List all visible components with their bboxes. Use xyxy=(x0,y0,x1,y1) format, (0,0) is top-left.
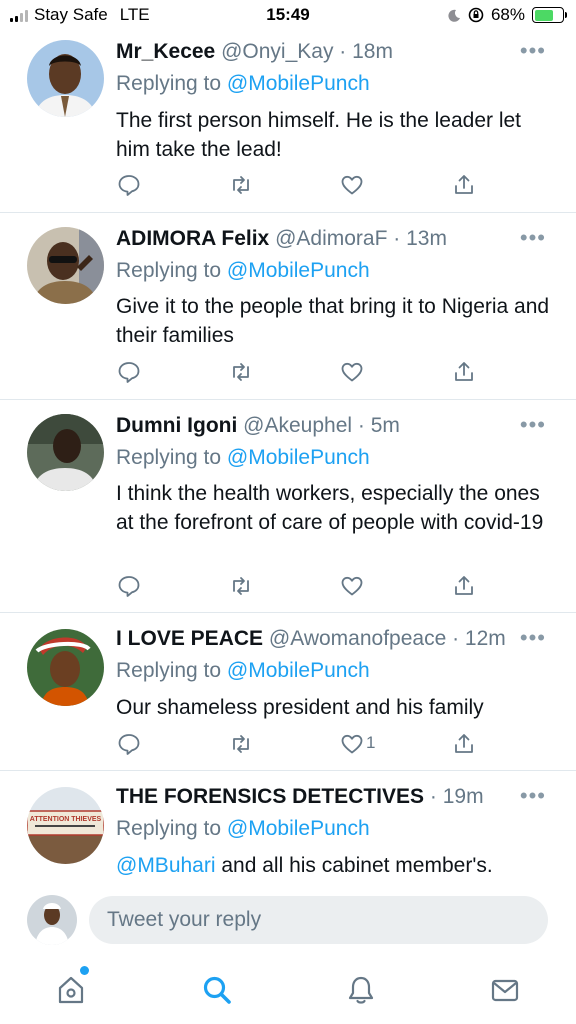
display-name[interactable]: I LOVE PEACE xyxy=(116,627,263,650)
messages-icon[interactable] xyxy=(489,974,521,1006)
battery-icon xyxy=(532,7,567,23)
battery-percent: 68% xyxy=(490,5,525,24)
replying-mention[interactable]: @MobilePunch xyxy=(227,446,370,469)
separator-dot: · xyxy=(333,40,353,63)
display-name[interactable]: Dumni Igoni xyxy=(116,414,237,437)
like-icon[interactable] xyxy=(340,360,364,384)
share-icon[interactable] xyxy=(452,574,476,598)
retweet-icon[interactable] xyxy=(229,574,253,598)
orientation-lock-icon xyxy=(468,7,484,23)
replying-to: Replying to @MobilePunch xyxy=(116,659,370,683)
tweet-header: ADIMORA Felix @AdimoraF · 13m xyxy=(116,227,566,251)
tweet-text-rest: and all his cabinet member's. xyxy=(215,854,493,877)
handle[interactable]: @Akeuphel xyxy=(243,414,352,437)
tweet-text: @MBuhari and all his cabinet member's. xyxy=(116,851,556,880)
share-icon[interactable] xyxy=(452,732,476,756)
replying-prefix: Replying to xyxy=(116,72,222,95)
avatar[interactable] xyxy=(27,629,104,706)
avatar-sign-text: ATTENTION THIEVES xyxy=(30,816,102,823)
replying-prefix: Replying to xyxy=(116,817,222,840)
replying-prefix: Replying to xyxy=(116,259,222,282)
tweet-header: Mr_Kecee @Onyi_Kay · 18m xyxy=(116,40,566,64)
reply-icon[interactable] xyxy=(117,574,141,598)
timestamp: 19m xyxy=(442,785,484,808)
handle[interactable]: @Awomanofpeace xyxy=(269,627,446,650)
reply-icon[interactable] xyxy=(117,732,141,756)
separator-dot: · xyxy=(424,785,443,808)
replying-mention[interactable]: @MobilePunch xyxy=(227,72,370,95)
like-count: 1 xyxy=(366,733,376,752)
tweet-actions: 1 xyxy=(0,732,576,760)
replying-prefix: Replying to xyxy=(116,446,222,469)
timestamp: 18m xyxy=(352,40,393,63)
display-name[interactable]: Mr_Kecee xyxy=(116,40,215,63)
reply-composer: Tweet your reply xyxy=(0,882,576,960)
avatar[interactable] xyxy=(27,414,104,491)
text-mention[interactable]: @MBuhari xyxy=(116,854,216,877)
separator-dot: · xyxy=(446,627,465,650)
tweet-text: I think the health workers, especially t… xyxy=(116,482,544,534)
timestamp: 13m xyxy=(406,227,447,250)
separator-dot: · xyxy=(352,414,371,437)
handle[interactable]: @AdimoraF xyxy=(275,227,387,250)
tweet-actions xyxy=(0,360,576,388)
replying-mention[interactable]: @MobilePunch xyxy=(227,659,370,682)
tweet-header: Dumni Igoni @Akeuphel · 5m xyxy=(116,414,566,438)
timestamp: 12m xyxy=(464,627,506,650)
retweet-icon[interactable] xyxy=(229,360,253,384)
tweet[interactable]: Dumni Igoni @Akeuphel · 5m ••• Replying … xyxy=(0,400,576,613)
replying-to: Replying to @MobilePunch xyxy=(116,72,370,96)
notifications-icon[interactable] xyxy=(345,974,377,1006)
display-name[interactable]: ADIMORA Felix xyxy=(116,227,269,250)
tweet[interactable]: ATTENTION THIEVES THE FORENSICS DETECTIV… xyxy=(0,771,576,882)
tweet[interactable]: ADIMORA Felix @AdimoraF · 13m ••• Replyi… xyxy=(0,213,576,400)
more-options-icon[interactable]: ••• xyxy=(520,412,546,438)
timestamp: 5m xyxy=(370,414,400,437)
replying-mention[interactable]: @MobilePunch xyxy=(227,259,370,282)
more-options-icon[interactable]: ••• xyxy=(520,625,546,651)
replying-to: Replying to @MobilePunch xyxy=(116,259,370,283)
share-icon[interactable] xyxy=(452,360,476,384)
bottom-nav xyxy=(0,960,576,1024)
avatar[interactable] xyxy=(27,227,104,304)
tweet-header: THE FORENSICS DETECTIVES · 19m xyxy=(116,785,514,809)
reply-icon[interactable] xyxy=(117,360,141,384)
replying-mention[interactable]: @MobilePunch xyxy=(227,817,370,840)
tweet-actions xyxy=(0,173,576,201)
my-avatar[interactable] xyxy=(27,895,77,945)
search-icon[interactable] xyxy=(201,974,233,1006)
handle[interactable]: @Onyi_Kay xyxy=(221,40,333,63)
separator-dot: · xyxy=(387,227,407,250)
like-icon[interactable] xyxy=(340,732,364,756)
reply-input[interactable]: Tweet your reply xyxy=(89,896,548,944)
more-options-icon[interactable]: ••• xyxy=(520,783,546,809)
more-options-icon[interactable]: ••• xyxy=(520,225,546,251)
share-icon[interactable] xyxy=(452,173,476,197)
retweet-icon[interactable] xyxy=(229,173,253,197)
avatar[interactable] xyxy=(27,40,104,117)
display-name[interactable]: THE FORENSICS DETECTIVES xyxy=(116,785,424,808)
unread-dot xyxy=(80,966,89,975)
tweet-text: Give it to the people that bring it to N… xyxy=(116,295,550,347)
tweet-actions xyxy=(0,574,576,602)
replying-prefix: Replying to xyxy=(116,659,222,682)
more-options-icon[interactable]: ••• xyxy=(520,38,546,64)
tweet-text: Our shameless president and his family xyxy=(116,696,484,719)
status-bar: Stay Safe LTE 15:49 68% xyxy=(0,0,576,32)
tweet-header: I LOVE PEACE @Awomanofpeace · 12m xyxy=(116,627,514,651)
tweet-text: The first person himself. He is the lead… xyxy=(116,109,522,161)
avatar[interactable]: ATTENTION THIEVES xyxy=(27,787,104,864)
status-right: 68% xyxy=(447,5,567,25)
tweet[interactable]: Mr_Kecee @Onyi_Kay · 18m ••• Replying to… xyxy=(0,32,576,213)
tweet[interactable]: I LOVE PEACE @Awomanofpeace · 12m ••• Re… xyxy=(0,613,576,771)
replying-to: Replying to @MobilePunch xyxy=(116,817,370,841)
like-icon[interactable] xyxy=(340,574,364,598)
like-icon[interactable] xyxy=(340,173,364,197)
home-icon[interactable] xyxy=(55,974,87,1006)
moon-icon xyxy=(447,8,461,22)
replying-to: Replying to @MobilePunch xyxy=(116,446,370,470)
reply-icon[interactable] xyxy=(117,173,141,197)
retweet-icon[interactable] xyxy=(229,732,253,756)
